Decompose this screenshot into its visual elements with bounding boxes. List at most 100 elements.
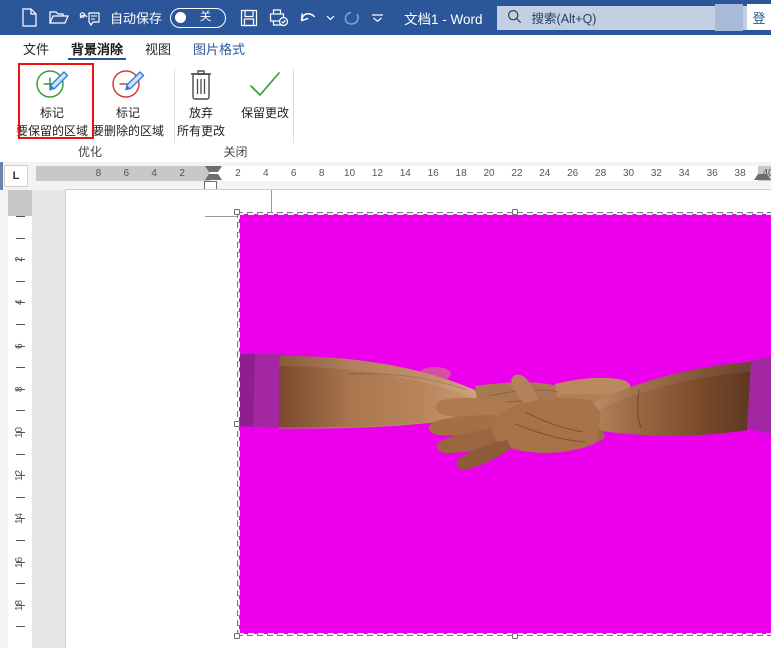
horizontal-ruler[interactable]: 8 6 4 2 2 4 6 8 10 12 14 16 18 20 22 24 26 28 30 32 34 36 38 40 [36,166,771,190]
v-ruler-label-4: 4 [14,299,25,306]
v-ruler-label-2: 2 [14,256,25,262]
v-ruler-tick [16,367,25,369]
tab-file[interactable]: 文件 [12,35,60,61]
mark-areas-to-keep-line2: 要保留的区域 [15,124,88,138]
h-ruler-tick-6-left: 6 [123,168,130,179]
v-ruler-tick [16,540,25,541]
picture-selection[interactable] [234,209,771,639]
tab-view[interactable]: 视图 [134,35,182,61]
mark-areas-to-keep-line1: 标记 [39,106,64,120]
h-ruler-tick-4: 4 [263,168,269,179]
tab-stop-selector[interactable]: L [4,165,28,187]
ribbon-group-refine: 标记 要保留的区域 标记 要删除的区域 优化 [12,61,168,162]
discard-all-changes-line2: 所有更改 [176,124,225,138]
h-ruler-tick-4-left: 4 [151,168,157,179]
resize-handle-n[interactable] [512,209,518,215]
v-ruler-tick [16,496,25,498]
touch-mode-icon[interactable] [74,5,104,31]
hanging-indent-marker[interactable] [205,174,222,180]
pen-minus-icon [106,65,150,103]
v-ruler-tick [16,216,25,217]
customize-qat-icon[interactable] [366,5,388,31]
autosave-state: 关 [199,10,212,23]
save-icon[interactable] [234,5,264,31]
selection-outline-inner [238,213,771,635]
h-ruler-tick-16: 16 [427,168,439,179]
h-ruler-tick-26: 26 [567,168,579,179]
v-ruler-tick [16,410,25,412]
v-ruler-tick [16,237,25,239]
v-ruler-label-14: 14 [14,512,25,524]
discard-all-changes-line1: 放弃 [188,106,213,120]
v-ruler-tick [16,626,25,628]
keep-changes-button[interactable]: 保留更改 [230,65,300,141]
toggle-knob [175,12,187,23]
v-ruler-label-18: 18 [14,599,25,611]
v-ruler-label-16: 16 [14,556,25,568]
print-preview-icon[interactable] [264,5,294,31]
ruler-row: L 8 6 4 2 2 4 6 8 10 12 14 16 18 20 22 24 26 28 30 32 34 36 38… [0,162,771,191]
sign-in-button[interactable]: 登 [747,4,771,30]
resize-handle-s[interactable] [512,633,518,639]
v-ruler-tick [16,324,25,325]
resize-handle-w[interactable] [234,421,240,427]
h-ruler-tick-2-left: 2 [179,168,185,179]
pen-plus-icon [30,65,74,103]
v-ruler-tick [16,583,25,585]
mark-areas-to-remove-line1: 标记 [115,106,140,120]
tab-picture-format[interactable]: 图片格式 [182,35,256,61]
h-ruler-tick-22: 22 [511,168,523,179]
ribbon: 标记 要保留的区域 标记 要删除的区域 优化 放弃 所有更改 保留更改 关闭 [0,61,771,163]
resize-handle-nw[interactable] [234,209,240,215]
v-ruler-label-12: 12 [14,469,25,481]
h-ruler-tick-30: 30 [622,168,635,179]
ribbon-group-refine-label: 优化 [77,145,102,159]
h-ruler-tick-14: 14 [399,168,411,179]
vertical-ruler[interactable]: 2 4 6 8 10 12 14 16 18 [8,190,32,648]
tab-background-removal[interactable]: 背景消除 [60,35,134,61]
h-ruler-tick-18: 18 [455,168,467,179]
redo-icon[interactable] [336,5,366,31]
undo-dropdown-icon[interactable] [324,5,336,31]
trash-icon [185,65,217,103]
first-line-indent-marker[interactable] [205,166,222,172]
h-ruler-tick-32: 32 [650,168,662,179]
autosave-toggle[interactable]: 关 [170,7,227,28]
mark-areas-to-remove-line2: 要删除的区域 [91,124,164,138]
undo-icon[interactable] [294,5,324,31]
document-work-area [32,190,771,648]
v-ruler-tick [16,280,25,282]
titlebar-spacer-block [715,4,743,31]
open-folder-icon[interactable] [44,5,74,31]
h-ruler-tick-38: 38 [734,168,746,179]
word-window: 自动保存 关 文档1 - Word 搜索(Alt+Q) 登 文件 背景消除 视图… [0,0,771,648]
vertical-ruler-zone: 2 4 6 8 10 12 14 16 18 [0,190,33,648]
keep-changes-line1: 保留更改 [240,106,289,120]
autosave-label: 自动保存 [110,11,163,26]
h-ruler-tick-10: 10 [343,168,356,179]
search-placeholder: 搜索(Alt+Q) [531,12,597,26]
quick-access-toolbar: 自动保存 关 文档1 - Word 搜索(Alt+Q) [0,5,771,31]
h-ruler-tick-28: 28 [595,168,607,179]
new-document-icon[interactable] [14,5,44,31]
ribbon-tab-strip: 文件 背景消除 视图 图片格式 [0,35,771,61]
search-icon [507,9,522,27]
right-indent-marker[interactable] [754,174,771,180]
h-ruler-tick-2: 2 [235,168,241,179]
document-title: 文档1 - Word [404,11,483,27]
left-indent-marker[interactable] [204,181,217,190]
ribbon-group-close-label: 关闭 [223,145,248,159]
mark-areas-to-keep-button[interactable]: 标记 要保留的区域 [12,65,92,141]
h-ruler-tick-8-left: 8 [95,168,102,179]
v-ruler-tick [16,453,25,455]
v-ruler-label-6: 6 [14,342,25,349]
top-margin-band [8,190,32,216]
v-ruler-label-10: 10 [14,426,25,438]
h-ruler-tick-20: 20 [483,168,495,179]
discard-all-changes-button[interactable]: 放弃 所有更改 [170,65,232,141]
h-ruler-tick-12: 12 [371,168,383,179]
h-ruler-tick-34: 34 [678,168,690,179]
resize-handle-sw[interactable] [234,633,240,639]
document-page[interactable] [66,190,771,648]
mark-areas-to-remove-button[interactable]: 标记 要删除的区域 [88,65,168,141]
